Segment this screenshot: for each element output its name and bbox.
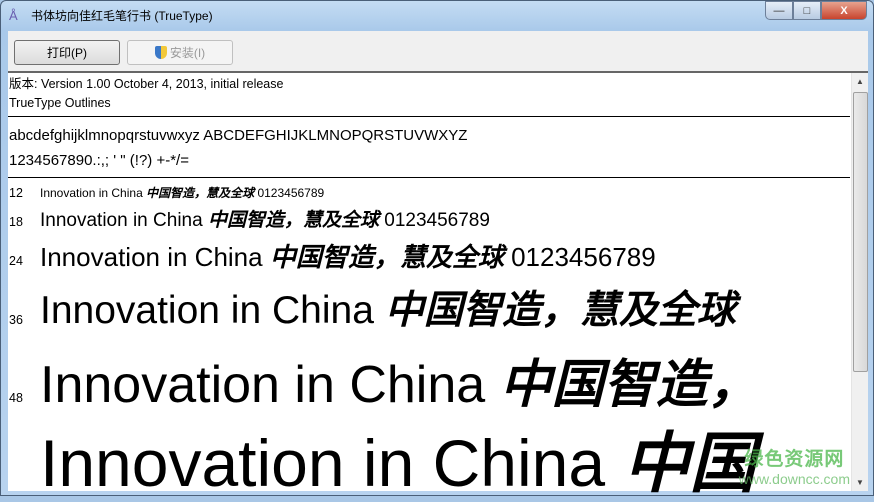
watermark: 绿色资源网 www.downcc.com	[739, 449, 850, 487]
sample-text: Innovation in China 中国智造，慧及全球 0123456789	[40, 186, 324, 201]
sample-latin: Innovation in China	[40, 210, 203, 231]
watermark-url: www.downcc.com	[738, 471, 850, 487]
sample-text: Innovation in China 中国	[40, 430, 755, 496]
divider	[8, 116, 850, 117]
sample-cjk: 中国智造，	[499, 354, 760, 415]
uac-shield-icon	[154, 46, 167, 59]
size-label: 48	[9, 391, 23, 405]
title-bar: Å 书体坊向佳红毛笔行书 (TrueType)	[9, 7, 213, 24]
size-label: 12	[9, 186, 23, 200]
sample-text: Innovation in China 中国智造，慧及全球 0123456789	[40, 208, 490, 233]
scrollbar-thumb[interactable]	[853, 92, 868, 372]
sample-latin: Innovation in China	[40, 289, 374, 332]
sample-cjk: 中国	[623, 424, 756, 502]
sample-digits: 0123456789	[511, 242, 656, 272]
scroll-up-arrow-icon[interactable]: ▲	[852, 73, 868, 90]
print-button[interactable]: 打印(P)	[14, 40, 120, 65]
sample-text: Innovation in China 中国智造，慧及全球 0123456789	[40, 241, 656, 274]
install-button[interactable]: 安装(I)	[127, 40, 233, 65]
size-label: 36	[9, 313, 23, 327]
sample-latin: Innovation in China	[40, 356, 486, 414]
print-label: 打印(P)	[47, 46, 87, 60]
sample-digits: 0123456789	[257, 186, 325, 200]
install-label: 安装(I)	[169, 46, 206, 60]
scroll-down-arrow-icon[interactable]: ▼	[852, 474, 868, 491]
watermark-name: 绿色资源网	[744, 449, 845, 470]
sample-digits: 0123456789	[384, 210, 490, 231]
sample-text: Innovation in China 中国智造，慧及全球	[40, 287, 736, 334]
maximize-button[interactable]: □	[793, 1, 821, 20]
font-viewer-window: Å 书体坊向佳红毛笔行书 (TrueType) — □ X 打印(P) 安装(I…	[0, 0, 874, 496]
toolbar: 打印(P) 安装(I)	[8, 31, 868, 73]
sample-cjk: 中国智造，慧及全球	[146, 186, 255, 200]
charset-line-2: 1234567890.:,; ' " (!?) +-*/=	[9, 152, 189, 169]
sample-latin: Innovation in China	[40, 186, 143, 200]
vertical-scrollbar[interactable]: ▲ ▼	[851, 73, 868, 491]
version-text: 版本: Version 1.00 October 4, 2013, initia…	[9, 77, 284, 91]
divider	[8, 177, 850, 178]
sample-cjk: 中国智造，慧及全球	[269, 243, 504, 273]
font-preview: 版本: Version 1.00 October 4, 2013, initia…	[8, 73, 868, 496]
sample-cjk: 中国智造，慧及全球	[207, 209, 379, 231]
sample-latin: Innovation in China	[40, 242, 263, 272]
sample-cjk: 中国智造，慧及全球	[384, 287, 736, 333]
close-button[interactable]: X	[821, 1, 867, 20]
sample-latin: Innovation in China	[40, 426, 606, 500]
font-app-icon: Å	[9, 7, 18, 23]
size-label: 18	[9, 215, 23, 229]
window-title: 书体坊向佳红毛笔行书 (TrueType)	[31, 9, 213, 23]
sample-text: Innovation in China 中国智造，	[40, 355, 760, 415]
outlines-text: TrueType Outlines	[9, 96, 111, 110]
size-label: 24	[9, 254, 23, 268]
charset-line-1: abcdefghijklmnopqrstuvwxyz ABCDEFGHIJKLM…	[9, 127, 468, 144]
minimize-button[interactable]: —	[765, 1, 793, 20]
